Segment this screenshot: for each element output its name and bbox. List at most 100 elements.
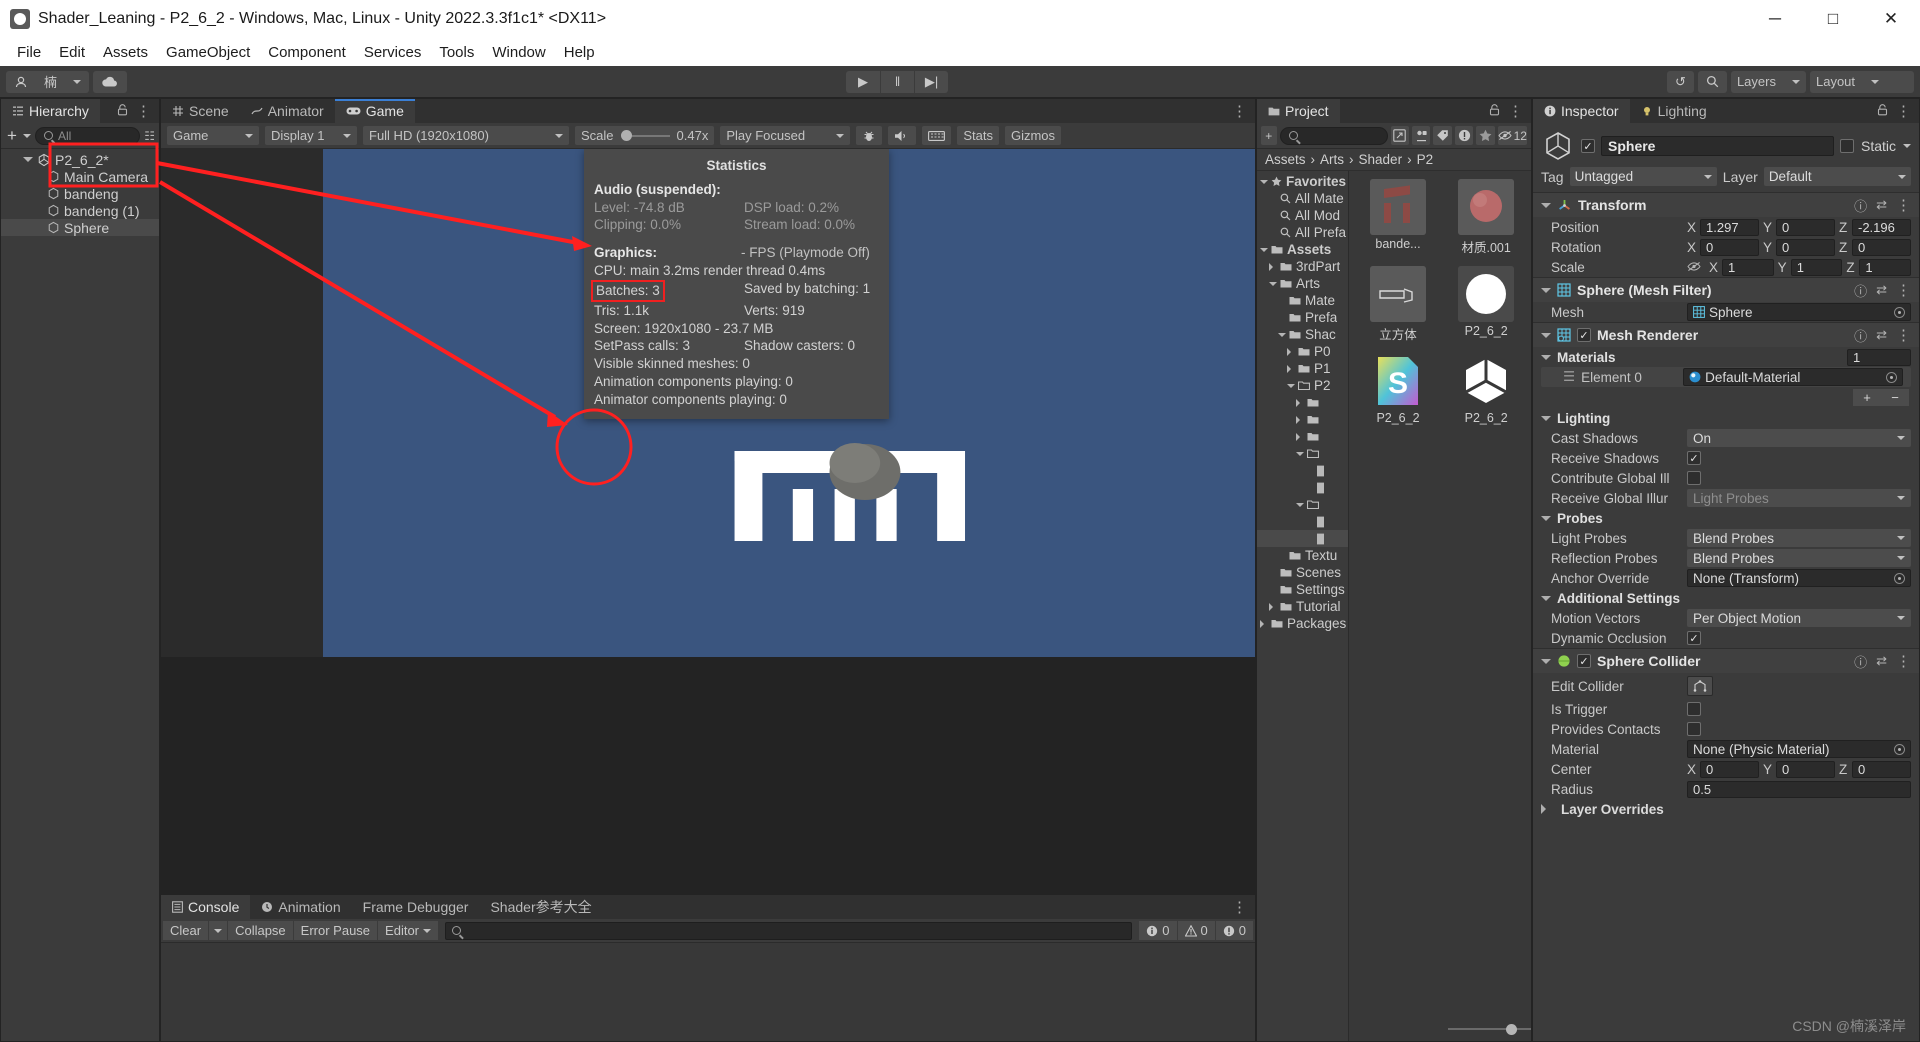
expand-arrow-icon[interactable]: [1260, 247, 1268, 252]
collapse-arrow-icon[interactable]: [1287, 364, 1295, 373]
anchor-override-field[interactable]: None (Transform): [1687, 569, 1911, 587]
display-dropdown[interactable]: Display 1: [265, 126, 357, 145]
close-button[interactable]: ✕: [1862, 0, 1920, 38]
collapse-arrow-icon[interactable]: [1541, 354, 1551, 360]
rotation-y-field[interactable]: 0: [1776, 238, 1835, 256]
tab-project[interactable]: Project: [1257, 99, 1340, 123]
help-icon[interactable]: ⓘ: [1854, 326, 1867, 345]
collapse-toggle[interactable]: Collapse: [228, 921, 294, 940]
mesh-renderer-enabled-checkbox[interactable]: ✓: [1577, 328, 1591, 342]
project-tree-item[interactable]: [1257, 411, 1348, 428]
project-tree-item[interactable]: Assets: [1257, 241, 1348, 258]
minimize-button[interactable]: ─: [1746, 0, 1804, 38]
hierarchy-search-input[interactable]: All: [34, 126, 141, 145]
resolution-dropdown[interactable]: Full HD (1920x1080): [363, 126, 569, 145]
drag-handle-icon[interactable]: ☰: [1563, 369, 1575, 385]
menu-item-window[interactable]: Window: [483, 41, 554, 64]
cast-shadows-dropdown[interactable]: On: [1687, 429, 1911, 447]
hierarchy-item-bandeng-1[interactable]: bandeng (1): [1, 202, 159, 219]
center-z-field[interactable]: 0: [1852, 760, 1911, 778]
menu-item-assets[interactable]: Assets: [94, 41, 157, 64]
play-button[interactable]: ▶: [846, 71, 880, 93]
object-name-field[interactable]: Sphere: [1601, 136, 1834, 156]
rotation-z-field[interactable]: 0: [1852, 238, 1911, 256]
lock-icon[interactable]: [1489, 103, 1500, 120]
open-in-new-window-icon[interactable]: [1390, 126, 1409, 145]
tab-animation[interactable]: Animation: [250, 895, 352, 919]
asset-item[interactable]: bande...: [1359, 179, 1437, 251]
asset-size-slider[interactable]: [1349, 1021, 1531, 1037]
hierarchy-add-chevron-down-icon[interactable]: [22, 133, 31, 138]
layout-dropdown[interactable]: Layout: [1809, 70, 1914, 93]
asset-item[interactable]: 材质.001: [1447, 179, 1525, 256]
project-tree-item[interactable]: [1257, 394, 1348, 411]
scale-z-field[interactable]: 1: [1859, 258, 1912, 276]
static-checkbox[interactable]: [1839, 139, 1854, 153]
breadcrumb-arts[interactable]: Arts: [1320, 152, 1344, 167]
collapse-arrow-icon[interactable]: [1296, 415, 1304, 424]
breadcrumb-p2[interactable]: P2: [1417, 152, 1434, 167]
radius-field[interactable]: 0.5: [1687, 780, 1911, 798]
help-icon[interactable]: ⓘ: [1854, 281, 1867, 300]
bug-icon[interactable]: [856, 126, 883, 145]
tab-shader-reference[interactable]: Shader参考大全: [479, 895, 603, 919]
edit-collider-button[interactable]: [1687, 676, 1713, 696]
collapse-arrow-icon[interactable]: [1287, 347, 1295, 356]
clear-options-chevron-down-icon[interactable]: [209, 921, 229, 940]
remove-material-button[interactable]: −: [1881, 389, 1909, 406]
lock-icon[interactable]: [1877, 103, 1888, 120]
project-asset-grid[interactable]: bande... 材质.001 立方体 P2_6_2 S P2_6_2 P2_6…: [1349, 171, 1531, 1041]
project-tree-item[interactable]: Prefa: [1257, 309, 1348, 326]
materials-count-field[interactable]: 1: [1847, 348, 1911, 366]
asset-item[interactable]: 立方体: [1359, 266, 1437, 343]
collapse-arrow-icon[interactable]: [1296, 398, 1304, 407]
tab-lighting[interactable]: Lighting: [1629, 99, 1718, 123]
project-tree-item[interactable]: Settings: [1257, 581, 1348, 598]
kebab-icon[interactable]: ⋮: [1896, 328, 1911, 343]
expand-arrow-icon[interactable]: [1269, 281, 1277, 286]
project-tree-item[interactable]: [1257, 513, 1348, 530]
center-y-field[interactable]: 0: [1776, 760, 1835, 778]
is-trigger-checkbox[interactable]: [1687, 702, 1701, 716]
expand-arrow-icon[interactable]: [1296, 451, 1304, 456]
project-folder-tree[interactable]: Favorites All Mate All Mod All Prefa Assets 3…: [1257, 171, 1349, 1041]
inspector-menu-kebab-icon[interactable]: ⋮: [1896, 104, 1911, 119]
static-dropdown[interactable]: Static: [1839, 138, 1911, 154]
tab-inspector[interactable]: Inspector: [1533, 99, 1630, 123]
position-z-field[interactable]: -2.196: [1852, 218, 1911, 236]
tab-console[interactable]: Console: [161, 895, 251, 919]
menu-item-gameobject[interactable]: GameObject: [157, 41, 259, 64]
lighting-section[interactable]: Lighting: [1533, 408, 1919, 428]
menu-item-services[interactable]: Services: [355, 41, 431, 64]
tag-dropdown[interactable]: Untagged: [1569, 167, 1717, 186]
menu-item-file[interactable]: File: [8, 41, 50, 64]
hierarchy-root-row[interactable]: P2_6_2*: [1, 151, 159, 168]
breadcrumb-shader[interactable]: Shader: [1359, 152, 1403, 167]
project-tree-item[interactable]: P0: [1257, 343, 1348, 360]
mesh-object-field[interactable]: Sphere: [1687, 303, 1911, 321]
cloud-icon[interactable]: [93, 71, 127, 93]
project-tree-item[interactable]: 3rdPart: [1257, 258, 1348, 275]
game-view-dropdown[interactable]: Game: [167, 126, 259, 145]
object-picker-icon[interactable]: [1894, 743, 1905, 755]
menu-item-edit[interactable]: Edit: [50, 41, 94, 64]
materials-section[interactable]: Materials 1: [1533, 347, 1919, 367]
project-tree-item[interactable]: Textu: [1257, 547, 1348, 564]
scale-x-field[interactable]: 1: [1722, 258, 1774, 276]
maximize-button[interactable]: □: [1804, 0, 1862, 38]
project-tree-item[interactable]: All Prefa: [1257, 224, 1348, 241]
collapse-arrow-icon[interactable]: [1269, 602, 1277, 611]
log-count-badge[interactable]: 0: [1138, 921, 1177, 940]
transform-header[interactable]: Transform ⓘ ⇄ ⋮: [1533, 193, 1919, 217]
step-button[interactable]: ▶|: [914, 70, 948, 93]
project-tree-item[interactable]: [1257, 445, 1348, 462]
center-x-field[interactable]: 0: [1700, 760, 1759, 778]
project-tree-item[interactable]: Favorites: [1257, 173, 1348, 190]
collapse-arrow-icon[interactable]: [1541, 515, 1551, 521]
breadcrumb-assets[interactable]: Assets: [1265, 152, 1306, 167]
project-tree-item[interactable]: Packages: [1257, 615, 1348, 632]
account-label[interactable]: 楠: [36, 71, 65, 93]
object-enabled-checkbox[interactable]: ✓: [1581, 139, 1595, 153]
pause-button[interactable]: ‖: [880, 70, 914, 93]
object-picker-icon[interactable]: [1894, 572, 1905, 584]
